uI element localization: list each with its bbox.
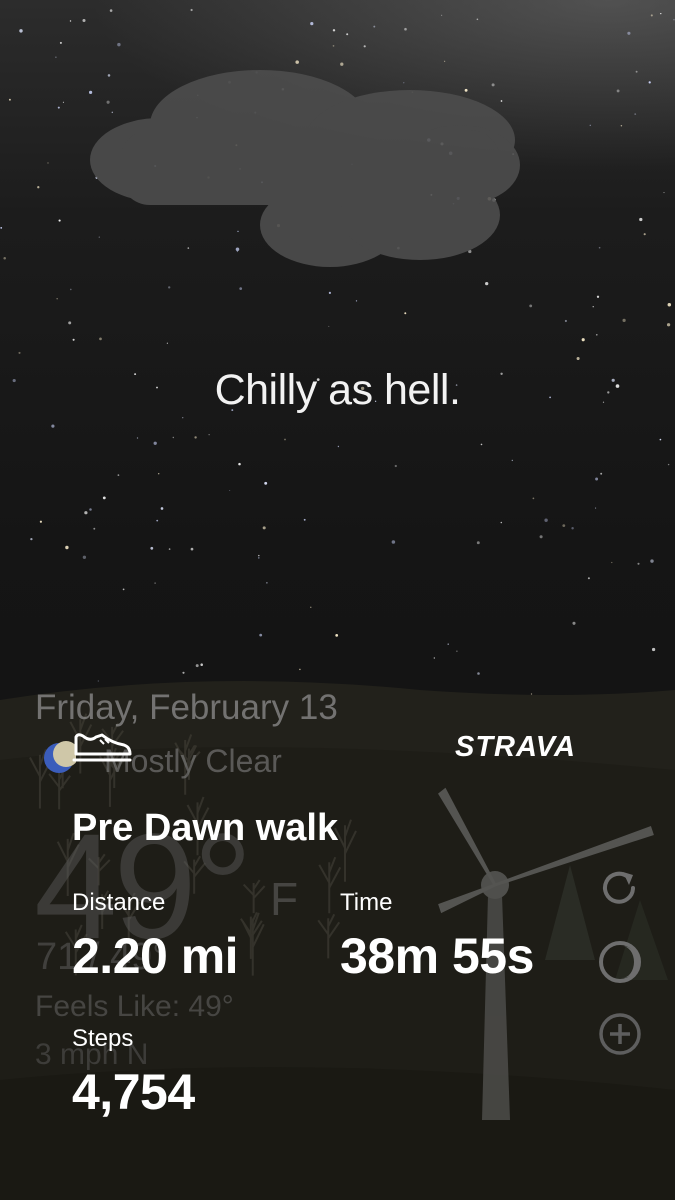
weather-unit: F — [270, 873, 299, 925]
distance-label: Distance — [72, 889, 166, 916]
weather-wallpaper: Chilly as hell. Friday, February 13 Most… — [0, 0, 675, 1200]
moon-phase-icon[interactable] — [596, 938, 644, 986]
refresh-icon[interactable] — [595, 864, 643, 912]
shoe-icon — [72, 733, 132, 762]
steps-label: Steps — [72, 1025, 134, 1052]
distance-value: 2.20 mi — [72, 928, 239, 984]
steps-value: 4,754 — [72, 1064, 195, 1120]
strava-logo-text: STRAVA — [455, 731, 576, 762]
activity-title: Pre Dawn walk — [72, 807, 339, 849]
plus-circle-icon[interactable] — [596, 1010, 644, 1058]
weather-date: Friday, February 13 — [35, 688, 338, 727]
moon-icon — [44, 741, 76, 773]
strava-logo: STRAVA — [455, 731, 576, 762]
time-value: 38m 55s — [340, 928, 534, 984]
weather-feels-like: Feels Like: 49° — [35, 990, 234, 1023]
time-label: Time — [340, 889, 393, 916]
